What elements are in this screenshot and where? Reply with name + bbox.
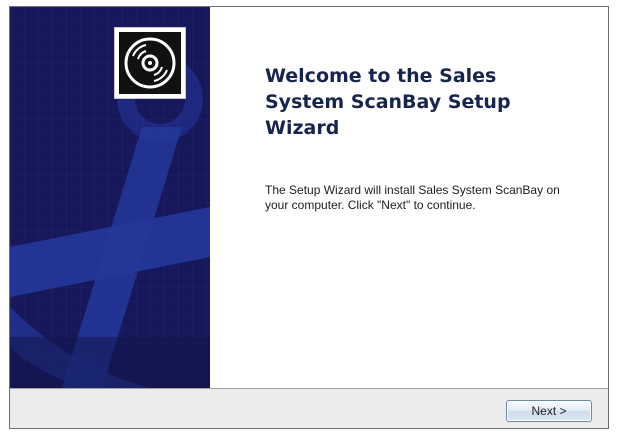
next-button[interactable]: Next > <box>506 400 592 422</box>
wizard-content: Welcome to the Sales System ScanBay Setu… <box>210 7 608 388</box>
wizard-footer: Next > <box>10 388 608 428</box>
setup-wizard-window: Welcome to the Sales System ScanBay Setu… <box>9 6 609 429</box>
wizard-description: The Setup Wizard will install Sales Syst… <box>265 183 560 212</box>
wizard-banner <box>10 7 210 388</box>
logo-frame <box>114 27 186 99</box>
cd-disc-icon <box>119 32 181 94</box>
wizard-title: Welcome to the Sales System ScanBay Setu… <box>265 65 511 139</box>
